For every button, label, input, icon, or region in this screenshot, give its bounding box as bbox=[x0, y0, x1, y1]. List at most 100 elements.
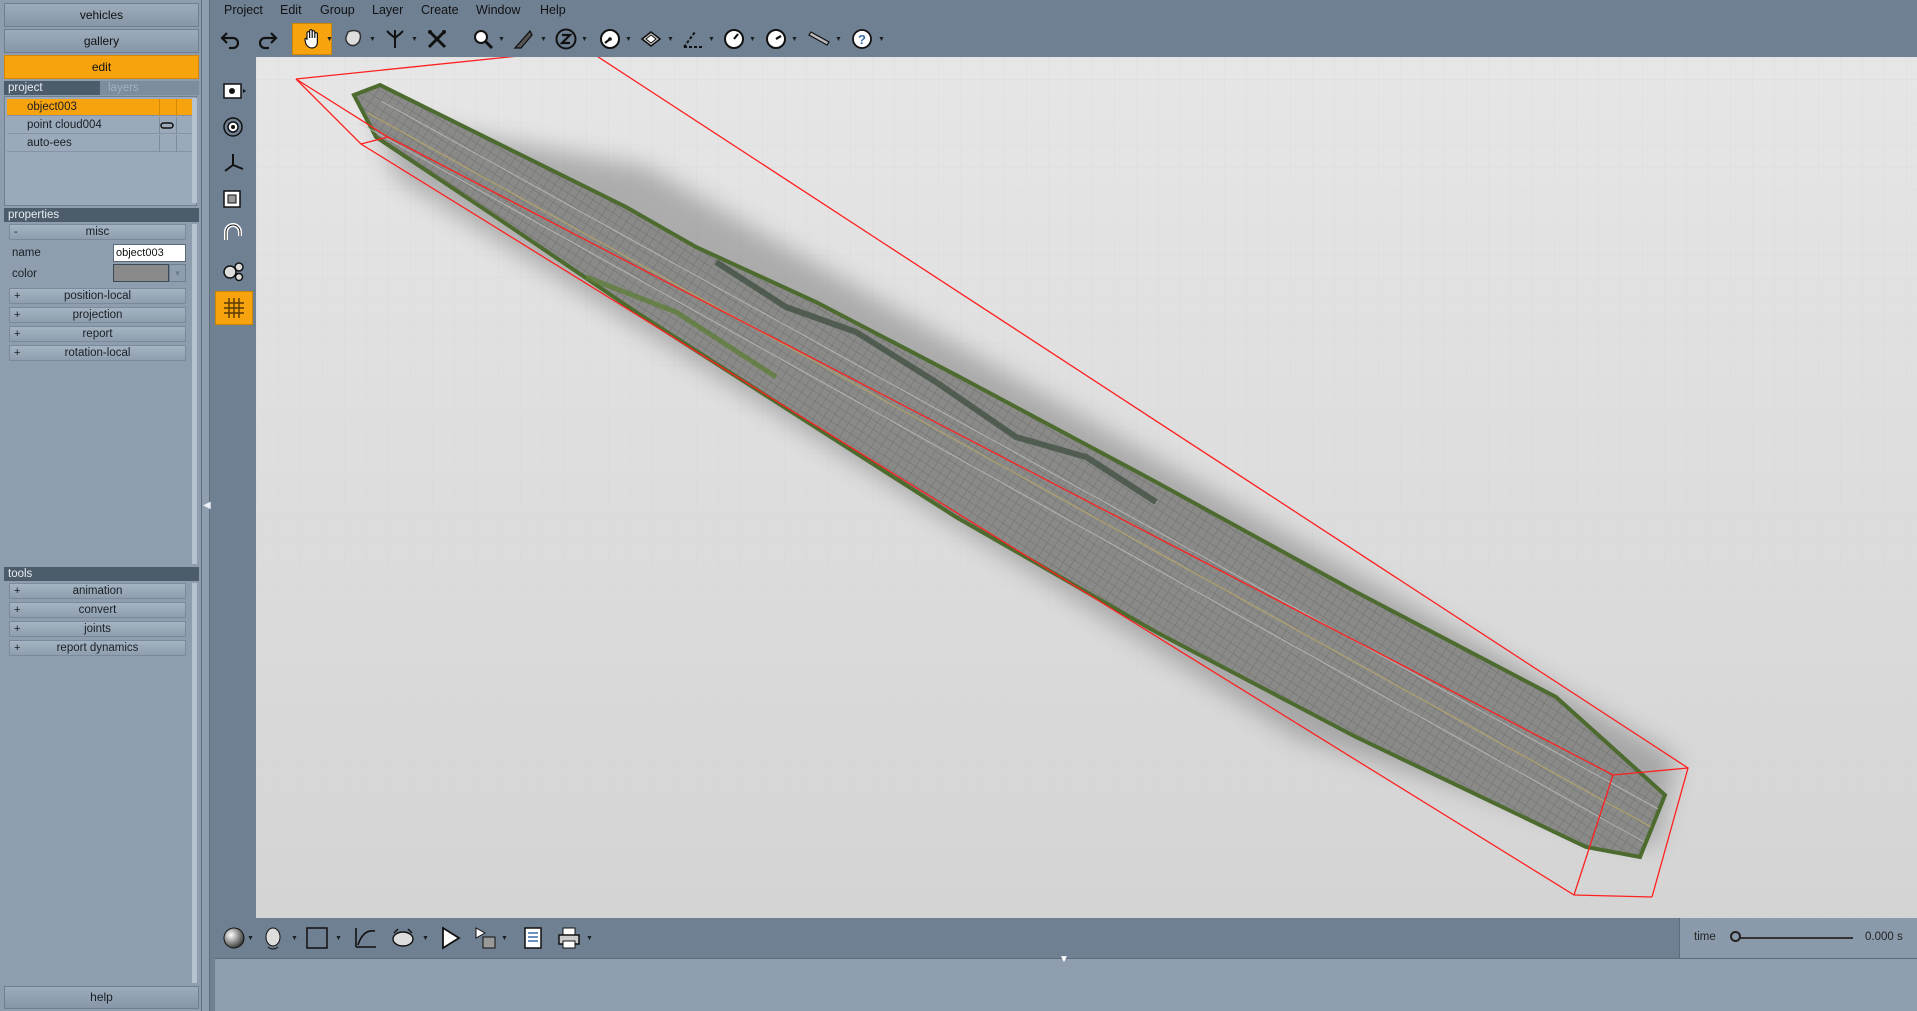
knife-button[interactable] bbox=[506, 23, 542, 55]
time-slider-handle[interactable] bbox=[1730, 931, 1741, 942]
bottom-toolbar: ▼ ▼ ▼ ▼ ▼ ▼ bbox=[211, 918, 1917, 958]
visibility-cell[interactable] bbox=[159, 135, 175, 152]
gears-button[interactable] bbox=[215, 255, 253, 287]
dropdown-arrow[interactable]: ▼ bbox=[411, 36, 418, 43]
undo-button[interactable] bbox=[213, 23, 249, 55]
list-item-point-cloud004[interactable]: point cloud004 bbox=[7, 117, 194, 134]
play-button[interactable] bbox=[433, 922, 467, 954]
menu-group[interactable]: Group bbox=[320, 3, 355, 17]
tab-project[interactable]: project bbox=[4, 81, 100, 95]
redo-button[interactable] bbox=[249, 23, 285, 55]
axes-button[interactable] bbox=[215, 147, 253, 179]
menu-project[interactable]: Project bbox=[224, 3, 263, 17]
properties-scrollbar[interactable] bbox=[192, 224, 197, 564]
frame-button[interactable] bbox=[215, 183, 253, 215]
dropdown-arrow[interactable]: ▼ bbox=[586, 935, 593, 942]
group-projection[interactable]: + projection bbox=[9, 307, 186, 323]
dropdown-arrow[interactable]: ▼ bbox=[498, 36, 505, 43]
misc-group[interactable]: - misc bbox=[9, 224, 186, 240]
tape-button[interactable] bbox=[801, 23, 837, 55]
select-lasso-icon bbox=[345, 29, 362, 47]
help-button[interactable]: help bbox=[4, 986, 199, 1009]
delete-button[interactable] bbox=[419, 23, 455, 55]
camera-move-button[interactable] bbox=[386, 922, 420, 954]
report-button[interactable] bbox=[516, 922, 550, 954]
time-slider-track[interactable] bbox=[1735, 937, 1853, 939]
group-position-local[interactable]: + position-local bbox=[9, 288, 186, 304]
z-axis-button[interactable] bbox=[548, 23, 584, 55]
chevron-left-icon[interactable]: ◀ bbox=[203, 498, 211, 514]
dropdown-arrow[interactable]: ▼ bbox=[369, 36, 376, 43]
list-item-object003[interactable]: object003 bbox=[7, 99, 194, 116]
print-button[interactable] bbox=[552, 922, 586, 954]
dropdown-arrow[interactable]: ▼ bbox=[708, 36, 715, 43]
vehicles-button[interactable]: vehicles bbox=[4, 3, 199, 27]
angle-button[interactable] bbox=[675, 23, 711, 55]
tab-layers[interactable]: layers bbox=[104, 81, 199, 95]
project-list-scrollbar[interactable] bbox=[192, 98, 197, 203]
properties-header: properties bbox=[4, 208, 199, 222]
menu-window[interactable]: Window bbox=[476, 3, 520, 17]
shading-button[interactable] bbox=[217, 922, 251, 954]
group-rotation-local[interactable]: + rotation-local bbox=[9, 345, 186, 361]
group-joints[interactable]: + joints bbox=[9, 621, 186, 637]
dropdown-arrow[interactable]: ▼ bbox=[878, 36, 885, 43]
dropdown-arrow[interactable]: ▼ bbox=[422, 935, 429, 942]
chevron-down-icon[interactable]: ▾ bbox=[169, 264, 186, 282]
dropdown-arrow[interactable]: ▼ bbox=[625, 36, 632, 43]
tools-scrollbar[interactable] bbox=[192, 583, 197, 983]
gallery-button[interactable]: gallery bbox=[4, 29, 199, 53]
group-convert[interactable]: + convert bbox=[9, 602, 186, 618]
name-field[interactable] bbox=[113, 244, 186, 262]
pick-button[interactable] bbox=[377, 23, 413, 55]
dropdown-arrow[interactable]: ▼ bbox=[335, 935, 342, 942]
camera-button[interactable] bbox=[215, 75, 253, 107]
group-report[interactable]: + report bbox=[9, 326, 186, 342]
menu-create[interactable]: Create bbox=[421, 3, 459, 17]
view-head-button[interactable] bbox=[256, 922, 290, 954]
dropdown-arrow[interactable]: ▼ bbox=[667, 36, 674, 43]
render-button[interactable] bbox=[469, 922, 503, 954]
console-panel[interactable] bbox=[215, 958, 1917, 1011]
measure-button[interactable] bbox=[592, 23, 628, 55]
list-item-auto-ees[interactable]: auto-ees bbox=[7, 135, 194, 152]
dropdown-arrow[interactable]: ▼ bbox=[540, 36, 547, 43]
dropdown-arrow[interactable]: ▼ bbox=[749, 36, 756, 43]
dropdown-arrow[interactable]: ▼ bbox=[501, 935, 508, 942]
surface-button[interactable] bbox=[633, 23, 669, 55]
3d-viewport[interactable] bbox=[256, 57, 1917, 918]
dropdown-arrow[interactable]: ▼ bbox=[835, 36, 842, 43]
menu-help[interactable]: Help bbox=[540, 3, 566, 17]
camera-move-icon bbox=[392, 928, 414, 947]
menu-edit[interactable]: Edit bbox=[280, 3, 302, 17]
group-animation[interactable]: + animation bbox=[9, 583, 186, 599]
dropdown-arrow[interactable]: ▼ bbox=[291, 935, 298, 942]
list-item-label: point cloud004 bbox=[27, 119, 102, 131]
visibility-cell[interactable] bbox=[159, 117, 175, 134]
lasso-select-button[interactable] bbox=[336, 23, 372, 55]
color-swatch[interactable] bbox=[113, 264, 169, 282]
menu-layer[interactable]: Layer bbox=[372, 3, 403, 17]
help-tool-button[interactable]: ? bbox=[844, 23, 880, 55]
time-value: 0.000 s bbox=[1865, 931, 1903, 943]
chevron-down-icon[interactable]: ▼ bbox=[1059, 954, 1069, 965]
timer-alt-button[interactable] bbox=[758, 23, 794, 55]
timer-icon bbox=[724, 29, 744, 49]
target-button[interactable] bbox=[215, 111, 253, 143]
timer-button[interactable] bbox=[716, 23, 752, 55]
edit-button[interactable]: edit bbox=[4, 55, 199, 79]
group-report-dynamics[interactable]: + report dynamics bbox=[9, 640, 186, 656]
axes-icon bbox=[224, 154, 244, 172]
magnet-button[interactable] bbox=[215, 219, 253, 251]
dropdown-arrow[interactable]: ▼ bbox=[791, 36, 798, 43]
background-color-button[interactable] bbox=[300, 922, 334, 954]
dropdown-arrow[interactable]: ▼ bbox=[326, 36, 333, 43]
curve-button[interactable] bbox=[349, 922, 383, 954]
viewport-canvas[interactable] bbox=[256, 57, 1917, 918]
dropdown-arrow[interactable]: ▼ bbox=[581, 36, 588, 43]
visibility-cell[interactable] bbox=[159, 99, 175, 116]
zoom-button[interactable] bbox=[465, 23, 501, 55]
color-label: color bbox=[12, 268, 37, 280]
grid-toggle-button[interactable] bbox=[215, 291, 253, 325]
dropdown-arrow[interactable]: ▼ bbox=[247, 935, 254, 942]
